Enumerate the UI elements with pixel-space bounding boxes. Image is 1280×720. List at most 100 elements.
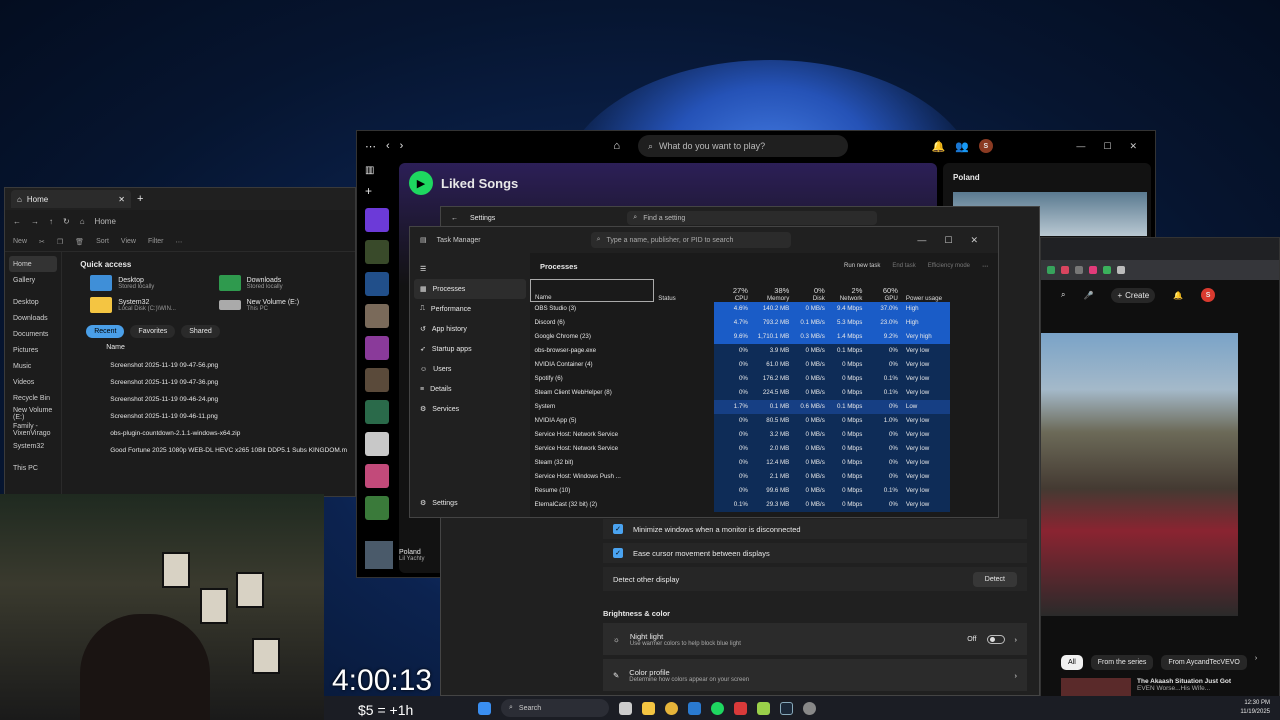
bell-icon[interactable]: 🔔 <box>931 140 945 153</box>
gear-icon[interactable] <box>803 701 816 715</box>
checkbox-checked[interactable]: ✓ <box>613 548 623 558</box>
forward-icon[interactable]: › <box>400 140 404 152</box>
back-icon[interactable]: ‹ <box>386 140 390 152</box>
menu-dots-icon[interactable]: ⋯ <box>365 140 376 153</box>
chevron-right-icon[interactable]: › <box>1015 635 1018 644</box>
nav-settings[interactable]: ⚙ Settings <box>414 493 458 513</box>
network-column-header[interactable]: 2% Network <box>829 280 867 302</box>
system-clock[interactable]: 12:30 PM 11/19/2025 <box>1240 699 1270 717</box>
table-row[interactable]: Discord (6) 4.7% 793.2 MB 0.1 MB/s 5.3 Mbps 2… <box>531 315 950 330</box>
extension-icon[interactable] <box>1117 266 1125 274</box>
playlist-art[interactable] <box>365 432 389 456</box>
table-row[interactable]: System 1.7% 0.1 MB 0.6 MB/s 0.1 Mbps 0% Low <box>531 399 950 414</box>
back-icon[interactable]: ← <box>13 217 21 226</box>
table-row[interactable]: Service Host: Network Service 0% 3.2 MB 0 M… <box>531 427 950 442</box>
library-icon[interactable]: ▥ <box>365 165 391 176</box>
bell-icon[interactable]: 🔔 <box>1173 291 1183 300</box>
up-icon[interactable]: ↑ <box>49 217 53 226</box>
store-icon[interactable] <box>688 701 701 715</box>
sidebar-item-documents[interactable]: Documents <box>9 326 57 342</box>
file-explorer-icon[interactable] <box>642 701 655 715</box>
table-row[interactable]: NVIDIA App (5) 0% 80.5 MB 0 MB/s 0 Mbps 1.0% V… <box>531 413 950 428</box>
ease-cursor-row[interactable]: ✓ Ease cursor movement between displays <box>603 543 1027 563</box>
table-row[interactable]: Spotify (6) 0% 176.2 MB 0 MB/s 0 Mbps 0.1% Ver… <box>531 371 950 386</box>
playlist-art[interactable] <box>365 464 389 488</box>
quick-access-new-volume[interactable]: New Volume (E:) This PC <box>218 297 347 313</box>
back-icon[interactable]: ← <box>451 215 458 222</box>
copy-icon[interactable]: ❐ <box>57 238 63 246</box>
sidebar-item-home[interactable]: Home <box>9 256 58 272</box>
nav-app-history[interactable]: ↺ App history <box>414 319 526 339</box>
power-column-header[interactable]: Power usage <box>902 280 950 302</box>
search-icon[interactable]: ⌕ <box>1061 290 1065 300</box>
sort-button[interactable]: Sort <box>96 238 109 245</box>
sidebar-item-desktop[interactable]: Desktop <box>9 294 57 310</box>
efficiency-mode-button[interactable]: Efficiency mode <box>928 263 970 270</box>
delete-icon[interactable]: 🗑 <box>75 238 84 246</box>
color-profile-row[interactable]: ✎ Color profile Determine how colors app… <box>603 659 1027 691</box>
chip-series[interactable]: From the series <box>1090 655 1154 670</box>
extension-icon[interactable] <box>1047 266 1055 274</box>
extension-icon[interactable] <box>1103 266 1111 274</box>
table-row[interactable]: Resume (10) 0% 99.6 MB 0 MB/s 0 Mbps 0.1% Very… <box>531 483 950 498</box>
sidebar-item-recycle-bin[interactable]: Recycle Bin <box>9 390 57 406</box>
hamburger-icon[interactable]: ☰ <box>414 259 526 279</box>
table-row[interactable]: Service Host: Network Service 0% 2.0 MB 0 M… <box>531 441 950 456</box>
quick-access-heading[interactable]: Quick access <box>80 260 347 269</box>
quick-access-desktop[interactable]: Desktop Stored locally <box>90 275 218 291</box>
nav-startup-apps[interactable]: ➶ Startup apps <box>414 339 526 359</box>
settings-search[interactable]: ⌕ Find a setting <box>627 211 878 225</box>
recent-pill[interactable]: Recent <box>86 325 125 338</box>
track-art[interactable] <box>365 541 393 569</box>
sidebar-item-pictures[interactable]: Pictures <box>9 342 57 358</box>
explorer-tab[interactable]: ⌂ Home ✕ <box>11 190 131 208</box>
gpu-column-header[interactable]: 60% GPU <box>866 280 902 302</box>
favorites-pill[interactable]: Favorites <box>130 325 176 338</box>
quick-access-system32[interactable]: System32 Local Disk (C:)\WIN... <box>90 297 218 313</box>
create-button[interactable]: + Create <box>1111 287 1156 303</box>
playlist-art[interactable] <box>365 400 389 424</box>
extension-icon[interactable] <box>1089 266 1097 274</box>
nav-services[interactable]: ⚙ Services <box>414 399 526 419</box>
liked-songs-art[interactable] <box>365 208 389 232</box>
more-icon[interactable]: ⋯ <box>176 238 183 246</box>
playlist-art[interactable] <box>365 368 389 392</box>
maximize-icon[interactable]: ☐ <box>944 235 952 246</box>
list-item[interactable]: Good Fortune 2025 1080p WEB-DL HEVC x265… <box>70 442 347 459</box>
add-icon[interactable]: + <box>365 184 391 198</box>
play-button[interactable]: ▶ <box>409 171 433 195</box>
checkbox-checked[interactable]: ✓ <box>613 524 623 534</box>
chip-channel[interactable]: From AycandTecVEVO <box>1161 655 1247 670</box>
run-new-task-button[interactable]: Run new task <box>844 263 880 270</box>
status-column-header[interactable]: Status <box>654 280 715 302</box>
start-icon[interactable] <box>478 701 491 715</box>
sidebar-item-music[interactable]: Music <box>9 358 57 374</box>
refresh-icon[interactable]: ↻ <box>63 217 70 226</box>
table-row[interactable]: Steam Client WebHelper (8) 0% 224.5 MB 0 MB… <box>531 385 950 400</box>
cut-icon[interactable]: ✂ <box>39 238 45 246</box>
table-row[interactable]: Google Chrome (23) 9.6% 1,710.1 MB 0.3 MB/s… <box>531 329 950 344</box>
sidebar-item-videos[interactable]: Videos <box>9 374 57 390</box>
sidebar-item-system32[interactable]: System32 <box>9 438 57 454</box>
process-search[interactable]: ⌕ Type a name, publisher, or PID to sear… <box>590 232 791 248</box>
sidebar-item-downloads[interactable]: Downloads <box>9 310 57 326</box>
avatar[interactable]: S <box>978 139 993 153</box>
extension-icon[interactable] <box>1075 266 1083 274</box>
disk-column-header[interactable]: 0% Disk <box>793 280 829 302</box>
avatar[interactable]: S <box>1201 288 1216 302</box>
table-row[interactable]: OBS Studio (3) 4.6% 140.2 MB 0 MB/s 9.4 Mbps… <box>531 301 950 316</box>
mic-icon[interactable]: 🎤 <box>1083 291 1093 300</box>
view-button[interactable]: View <box>121 238 136 245</box>
taskbar-search[interactable]: ⌕ Search <box>501 699 609 717</box>
filter-button[interactable]: Filter <box>148 238 164 245</box>
name-column-header[interactable]: Name <box>106 344 347 351</box>
maximize-icon[interactable]: ☐ <box>1103 141 1111 152</box>
new-tab-icon[interactable]: + <box>137 193 143 205</box>
list-item[interactable]: obs-plugin-countdown-2.1.1-windows-x64.z… <box>70 425 347 442</box>
chevron-right-icon[interactable]: › <box>1015 671 1018 680</box>
close-icon[interactable]: ✕ <box>1129 141 1137 152</box>
close-icon[interactable]: ✕ <box>970 235 978 246</box>
playlist-art[interactable] <box>365 496 389 520</box>
nav-processes[interactable]: ▦ Processes <box>414 279 526 299</box>
list-item[interactable]: Screenshot 2025-11-19 09-46-24.png <box>70 391 347 408</box>
